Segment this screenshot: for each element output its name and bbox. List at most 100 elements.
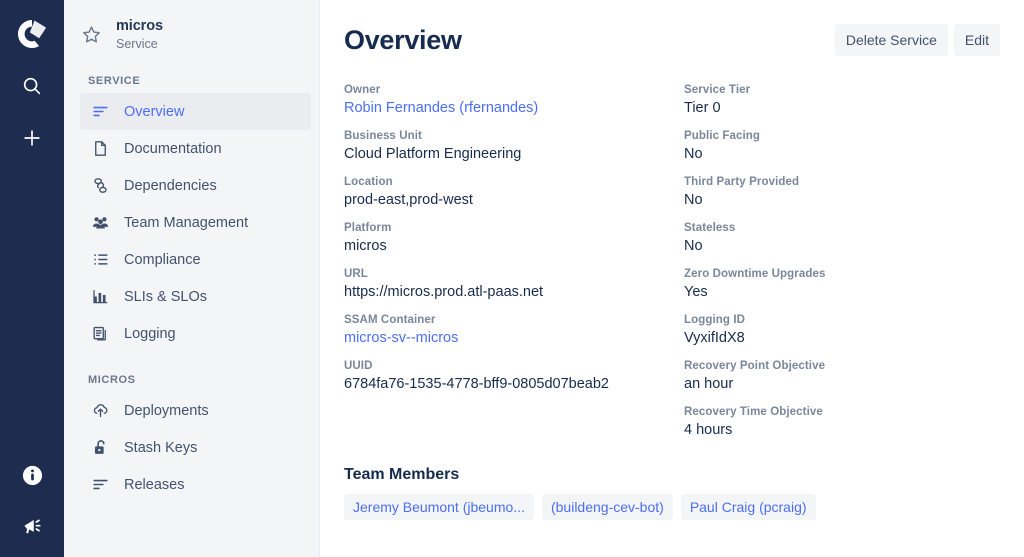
field-business-unit: Business Unit Cloud Platform Engineering: [344, 130, 684, 164]
field-value-owner-link[interactable]: Robin Fernandes (rfernandes): [344, 99, 684, 118]
details-column-right: Service Tier Tier 0 Public Facing No Thi…: [684, 84, 1000, 452]
field-label: Third Party Provided: [684, 176, 1000, 188]
field-label: Platform: [344, 222, 684, 234]
team-members-section: Team Members Jeremy Beumont (jbeumo... (…: [344, 466, 1000, 520]
sidebar-item-releases[interactable]: Releases: [80, 466, 311, 503]
sidebar-item-label: Dependencies: [124, 178, 217, 194]
field-url: URL https://micros.prod.atl-paas.net: [344, 268, 684, 302]
sidebar-item-label: Compliance: [124, 252, 201, 268]
field-label: Recovery Point Objective: [684, 360, 1000, 372]
sidebar-item-team-management[interactable]: Team Management: [80, 204, 311, 241]
sidebar-header: micros Service: [64, 0, 319, 65]
sidebar-item-label: Team Management: [124, 215, 248, 231]
compass-logo-icon[interactable]: [14, 16, 50, 52]
rail-bottom-group: [0, 443, 64, 543]
team-member-chip[interactable]: (buildeng-cev-bot): [542, 494, 673, 520]
field-logging-id: Logging ID VyxifIdX8: [684, 314, 1000, 348]
field-value-ssam-link[interactable]: micros-sv--micros: [344, 329, 684, 348]
field-location: Location prod-east,prod-west: [344, 176, 684, 210]
field-zero-downtime-upgrades: Zero Downtime Upgrades Yes: [684, 268, 1000, 302]
field-value: Cloud Platform Engineering: [344, 145, 684, 164]
overview-lines-icon: [90, 102, 110, 122]
field-label: Service Tier: [684, 84, 1000, 96]
page-header: Overview Delete Service Edit: [344, 20, 1000, 60]
sidebar-item-label: Logging: [124, 326, 176, 342]
field-value: 4 hours: [684, 421, 1000, 440]
field-value: VyxifIdX8: [684, 329, 1000, 348]
field-value: Tier 0: [684, 99, 1000, 118]
edit-button[interactable]: Edit: [954, 24, 1000, 56]
sidebar-group-label-service: SERVICE: [64, 65, 319, 93]
page-header-actions: Delete Service Edit: [835, 20, 1000, 56]
logs-stack-icon: [90, 324, 110, 344]
field-label: SSAM Container: [344, 314, 684, 326]
team-members-chip-list: Jeremy Beumont (jbeumo... (buildeng-cev-…: [344, 494, 1000, 520]
field-label: Zero Downtime Upgrades: [684, 268, 1000, 280]
sidebar-item-label: Overview: [124, 104, 184, 120]
field-owner: Owner Robin Fernandes (rfernandes): [344, 84, 684, 118]
releases-lines-icon: [90, 475, 110, 495]
field-third-party-provided: Third Party Provided No: [684, 176, 1000, 210]
main-content: Overview Delete Service Edit Owner Robin…: [320, 0, 1024, 557]
page-title: Overview: [344, 20, 462, 60]
field-recovery-point-objective: Recovery Point Objective an hour: [684, 360, 1000, 394]
field-label: URL: [344, 268, 684, 280]
field-value: https://micros.prod.atl-paas.net: [344, 283, 684, 302]
field-value: Yes: [684, 283, 1000, 302]
unlocked-padlock-icon: [90, 438, 110, 458]
cloud-upload-icon: [90, 401, 110, 421]
sidebar-item-documentation[interactable]: Documentation: [80, 130, 311, 167]
field-value: an hour: [684, 375, 1000, 394]
sidebar-item-compliance[interactable]: Compliance: [80, 241, 311, 278]
create-icon[interactable]: [14, 120, 50, 156]
team-members-title: Team Members: [344, 466, 1000, 484]
sidebar-item-dependencies[interactable]: Dependencies: [80, 167, 311, 204]
field-uuid: UUID 6784fa76-1535-4778-bff9-0805d07beab…: [344, 360, 684, 394]
sidebar-item-overview[interactable]: Overview: [80, 93, 311, 130]
delete-service-button[interactable]: Delete Service: [835, 24, 948, 56]
global-navigation-rail: [0, 0, 64, 557]
field-label: Public Facing: [684, 130, 1000, 142]
sidebar-group-spacer: [64, 352, 319, 364]
field-label: Business Unit: [344, 130, 684, 142]
field-label: Logging ID: [684, 314, 1000, 326]
field-value: 6784fa76-1535-4778-bff9-0805d07beab2: [344, 375, 684, 394]
field-label: Recovery Time Objective: [684, 406, 1000, 418]
dependencies-nodes-icon: [90, 176, 110, 196]
field-public-facing: Public Facing No: [684, 130, 1000, 164]
field-label: Owner: [344, 84, 684, 96]
field-service-tier: Service Tier Tier 0: [684, 84, 1000, 118]
sidebar-item-label: Releases: [124, 477, 184, 493]
sidebar-service-name: micros: [116, 18, 163, 35]
field-value: No: [684, 237, 1000, 256]
help-info-icon[interactable]: [14, 457, 50, 493]
details-column-left: Owner Robin Fernandes (rfernandes) Busin…: [344, 84, 684, 452]
sidebar-item-label: Stash Keys: [124, 440, 197, 456]
sidebar-item-label: Documentation: [124, 141, 222, 157]
field-recovery-time-objective: Recovery Time Objective 4 hours: [684, 406, 1000, 440]
project-sidebar: micros Service SERVICE Overview Document…: [64, 0, 320, 557]
field-label: Location: [344, 176, 684, 188]
search-icon[interactable]: [14, 68, 50, 104]
field-value: micros: [344, 237, 684, 256]
sidebar-item-stash-keys[interactable]: Stash Keys: [80, 429, 311, 466]
people-group-icon: [90, 213, 110, 233]
sidebar-item-slis-slos[interactable]: SLIs & SLOs: [80, 278, 311, 315]
field-label: UUID: [344, 360, 684, 372]
team-member-chip[interactable]: Paul Craig (pcraig): [681, 494, 816, 520]
sidebar-service-type: Service: [116, 37, 163, 51]
announcement-megaphone-icon[interactable]: [14, 507, 50, 543]
sidebar-item-label: Deployments: [124, 403, 209, 419]
field-ssam-container: SSAM Container micros-sv--micros: [344, 314, 684, 348]
star-icon[interactable]: [80, 24, 102, 46]
checklist-icon: [90, 250, 110, 270]
field-value: No: [684, 145, 1000, 164]
field-stateless: Stateless No: [684, 222, 1000, 256]
sidebar-item-label: SLIs & SLOs: [124, 289, 207, 305]
service-details-grid: Owner Robin Fernandes (rfernandes) Busin…: [344, 84, 1000, 452]
sidebar-item-deployments[interactable]: Deployments: [80, 392, 311, 429]
document-page-icon: [90, 139, 110, 159]
field-value: prod-east,prod-west: [344, 191, 684, 210]
team-member-chip[interactable]: Jeremy Beumont (jbeumo...: [344, 494, 534, 520]
sidebar-item-logging[interactable]: Logging: [80, 315, 311, 352]
